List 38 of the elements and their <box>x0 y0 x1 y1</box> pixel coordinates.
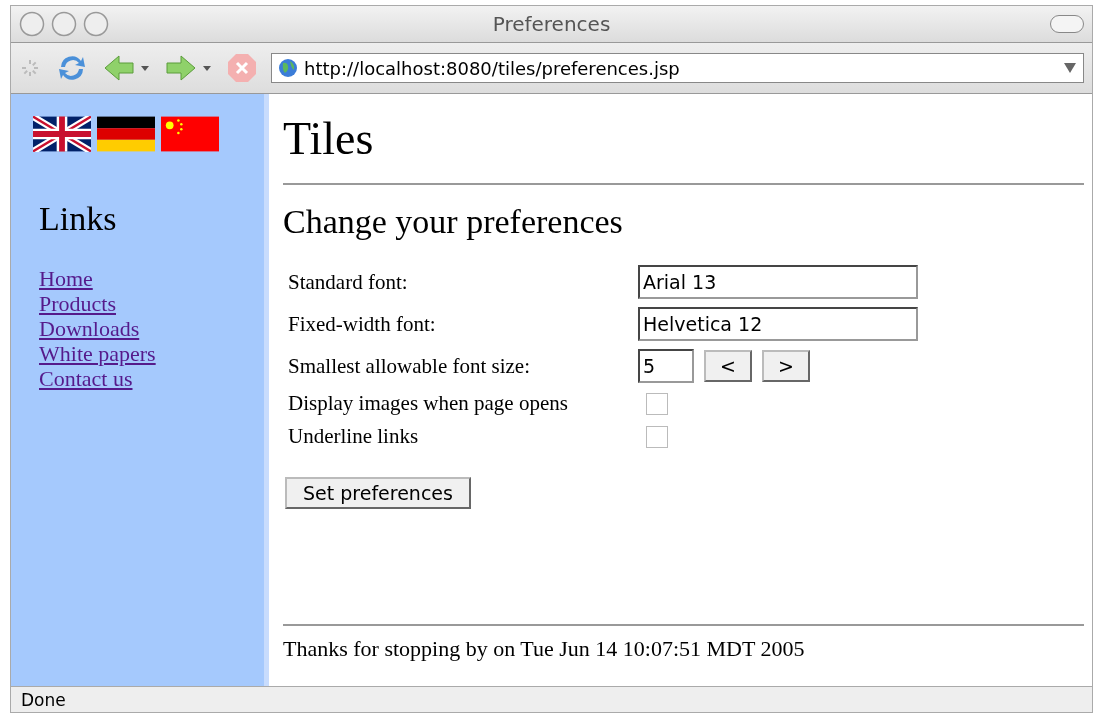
stop-icon[interactable] <box>227 53 257 83</box>
dropdown-icon[interactable] <box>1063 62 1077 74</box>
checkbox[interactable] <box>646 392 668 415</box>
field-label: Standard font: <box>288 269 409 295</box>
text-field[interactable]: Helvetica 12 <box>638 307 918 341</box>
globe-icon <box>278 58 298 78</box>
window-control-icon[interactable] <box>51 11 77 37</box>
sidebar-link[interactable]: Home <box>39 266 93 291</box>
field-label: Underline links <box>288 424 420 449</box>
uk-flag-icon[interactable] <box>33 116 91 152</box>
address-bar[interactable]: http://localhost:8080/tiles/preferences.jsp <box>271 53 1084 83</box>
toolbar-toggle-button[interactable] <box>1050 15 1084 33</box>
status-text: Done <box>21 689 66 710</box>
text-field[interactable]: Arial 13 <box>638 265 918 299</box>
window-title: Preferences <box>492 12 611 36</box>
field-label: Display images when page opens <box>288 391 569 416</box>
field-label: Fixed-width font: <box>288 311 437 337</box>
window-control-icon[interactable] <box>83 11 109 37</box>
step-button[interactable]: < <box>704 350 752 382</box>
chinese-flag-icon[interactable] <box>161 116 219 152</box>
sidebar-heading: Links <box>39 200 118 238</box>
step-button[interactable]: > <box>761 350 810 382</box>
page-title: Tiles <box>283 112 375 165</box>
checkbox[interactable] <box>646 425 668 448</box>
spinner-icon <box>19 57 41 79</box>
forward-arrow-icon[interactable] <box>165 54 213 82</box>
section-heading: Change your preferences <box>283 203 624 241</box>
set-preferences-button[interactable]: Set preferences <box>285 477 471 509</box>
back-arrow-icon[interactable] <box>103 54 151 82</box>
number-field[interactable]: 5 <box>638 349 694 383</box>
sidebar-link[interactable]: White papers <box>39 341 156 366</box>
sidebar-link[interactable]: Products <box>39 291 116 316</box>
german-flag-icon[interactable] <box>97 116 155 152</box>
field-label: Smallest allowable font size: <box>288 353 532 379</box>
sidebar-link[interactable]: Contact us <box>39 366 133 391</box>
window-control-icon[interactable] <box>19 11 45 37</box>
footer-text: Thanks for stopping by on Tue Jun 14 10:07:51 MDT 2005 <box>283 636 806 662</box>
sidebar-link[interactable]: Downloads <box>39 316 140 341</box>
